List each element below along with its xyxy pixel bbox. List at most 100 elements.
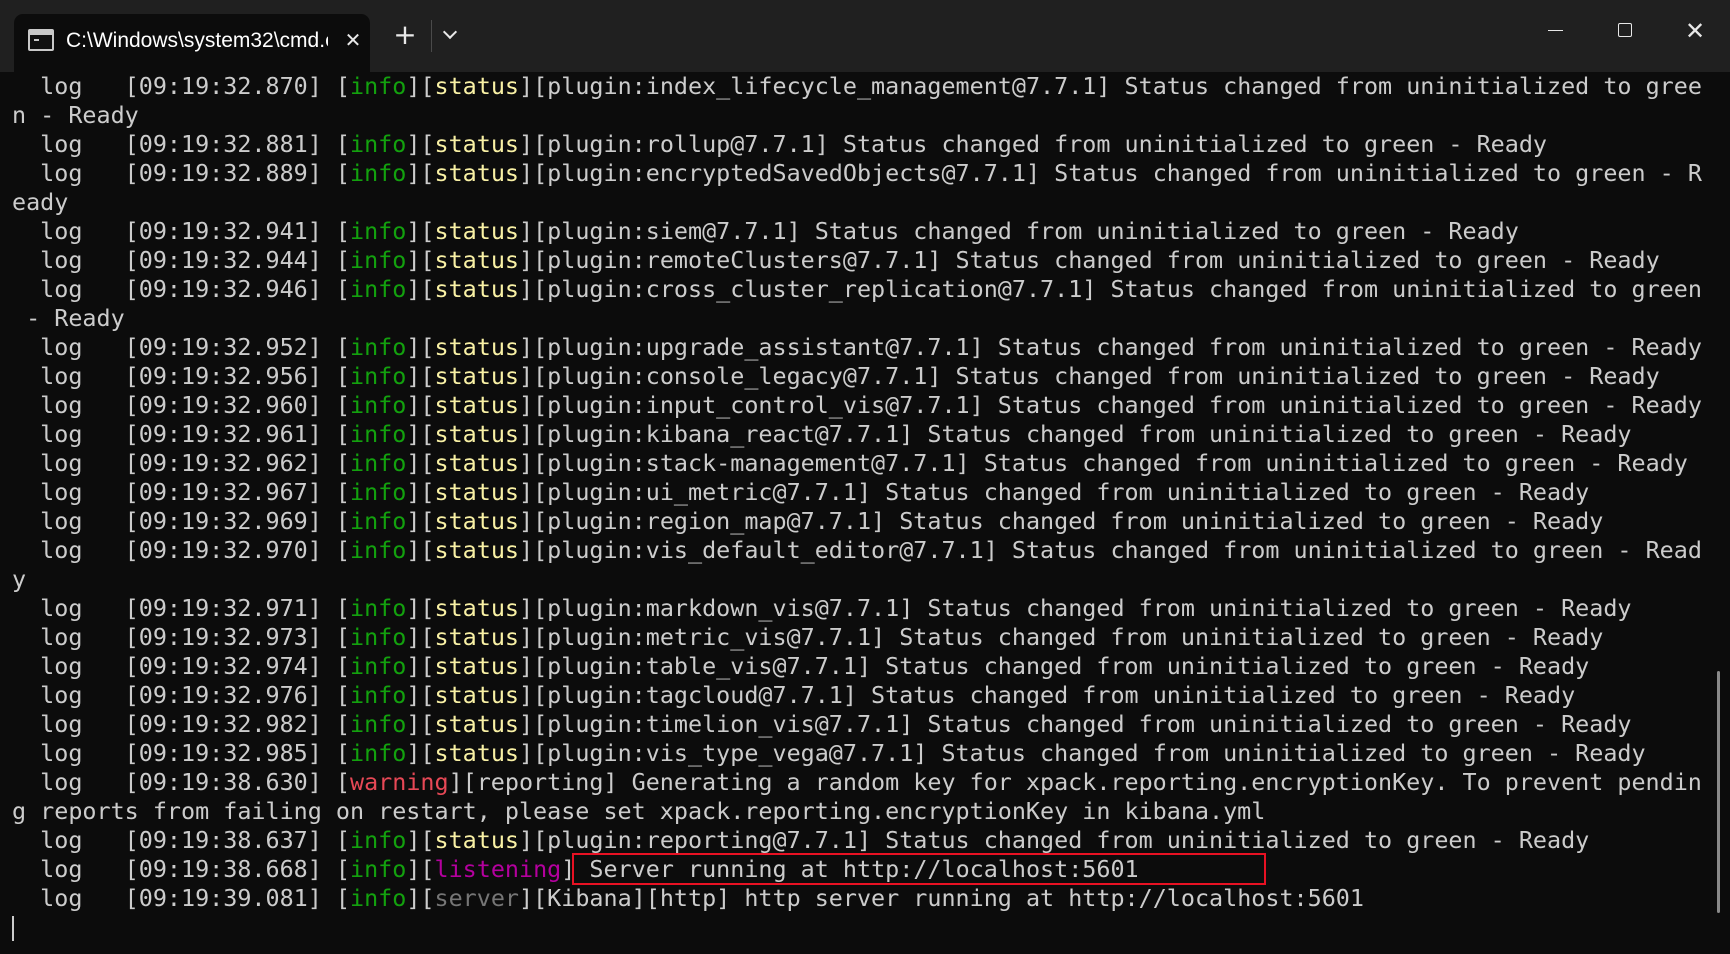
- log-text: ][: [406, 681, 435, 709]
- info-tag: info: [349, 681, 407, 709]
- info-tag: info: [349, 333, 407, 361]
- info-tag: info: [349, 536, 407, 564]
- info-tag: info: [349, 739, 407, 767]
- console-line: log [09:19:32.982] [info][status][plugin…: [12, 710, 1730, 739]
- console-output[interactable]: log [09:19:32.870] [info][status][plugin…: [0, 72, 1730, 954]
- status-tag: status: [434, 159, 520, 187]
- log-text: ][plugin:rollup@7.7.1] Status changed fr…: [519, 130, 1548, 158]
- console-line: log [09:19:32.962] [info][status][plugin…: [12, 449, 1730, 478]
- log-text: ]: [561, 855, 576, 883]
- highlighted-server-url: Server running at http://localhost:5601: [572, 853, 1267, 885]
- status-tag: status: [434, 507, 520, 535]
- log-text: log [09:19:32.967] [: [12, 478, 350, 506]
- console-line: log [09:19:38.668] [info][listening] Ser…: [12, 853, 1730, 885]
- log-text: log [09:19:32.982] [: [12, 710, 350, 738]
- log-text: g reports from failing on restart, pleas…: [12, 797, 1266, 825]
- new-tab-button[interactable]: +: [390, 20, 420, 50]
- log-text: ][: [406, 391, 435, 419]
- tab-dropdown-button[interactable]: [436, 20, 466, 50]
- log-text: ][: [406, 652, 435, 680]
- log-text: log [09:19:32.952] [: [12, 333, 350, 361]
- log-text: ][plugin:tagcloud@7.7.1] Status changed …: [519, 681, 1576, 709]
- prompt-line[interactable]: [12, 913, 1730, 942]
- log-text: log [09:19:32.976] [: [12, 681, 350, 709]
- log-text: log [09:19:32.962] [: [12, 449, 350, 477]
- status-tag: status: [434, 478, 520, 506]
- scrollbar-thumb[interactable]: [1717, 671, 1720, 913]
- console-line: log [09:19:32.967] [info][status][plugin…: [12, 478, 1730, 507]
- log-text: ][: [406, 710, 435, 738]
- tab-title: C:\Windows\system32\cmd.exe: [66, 29, 328, 52]
- title-bar: C:\Windows\system32\cmd.exe ✕ + ✕: [0, 0, 1730, 72]
- log-text: n - Ready: [12, 101, 139, 129]
- info-tag: info: [349, 130, 407, 158]
- info-tag: info: [349, 72, 407, 100]
- console-line: eady: [12, 188, 1730, 217]
- log-text: ][: [406, 826, 435, 854]
- log-text: ][: [406, 159, 435, 187]
- log-text: ][plugin:vis_default_editor@7.7.1] Statu…: [519, 536, 1702, 564]
- status-tag: status: [434, 333, 520, 361]
- log-text: - Ready: [12, 304, 125, 332]
- log-text: log [09:19:38.637] [: [12, 826, 350, 854]
- tab-close-button[interactable]: ✕: [340, 27, 366, 53]
- log-text: ][: [406, 246, 435, 274]
- minimize-button[interactable]: [1520, 0, 1590, 62]
- close-icon: ✕: [1684, 17, 1706, 45]
- warning-tag: warning: [349, 768, 449, 796]
- log-text: ][: [406, 449, 435, 477]
- status-tag: status: [434, 391, 520, 419]
- log-text: ][plugin:metric_vis@7.7.1] Status change…: [519, 623, 1604, 651]
- maximize-button[interactable]: [1590, 0, 1660, 62]
- status-tag: status: [434, 72, 520, 100]
- status-tag: status: [434, 536, 520, 564]
- console-line: g reports from failing on restart, pleas…: [12, 797, 1730, 826]
- log-text: ][: [406, 623, 435, 651]
- status-tag: status: [434, 652, 520, 680]
- console-line: log [09:19:32.976] [info][status][plugin…: [12, 681, 1730, 710]
- console-line: log [09:19:32.889] [info][status][plugin…: [12, 159, 1730, 188]
- log-text: log [09:19:32.960] [: [12, 391, 350, 419]
- console-line: log [09:19:32.970] [info][status][plugin…: [12, 536, 1730, 565]
- console-line: log [09:19:32.971] [info][status][plugin…: [12, 594, 1730, 623]
- console-line: n - Ready: [12, 101, 1730, 130]
- info-tag: info: [349, 652, 407, 680]
- console-line: log [09:19:32.870] [info][status][plugin…: [12, 72, 1730, 101]
- status-tag: status: [434, 130, 520, 158]
- log-text: ][: [406, 536, 435, 564]
- log-text: y: [12, 565, 27, 593]
- log-text: eady: [12, 188, 69, 216]
- log-text: ][plugin:kibana_react@7.7.1] Status chan…: [519, 420, 1632, 448]
- status-tag: status: [434, 623, 520, 651]
- server-tag: server: [434, 884, 520, 912]
- info-tag: info: [349, 159, 407, 187]
- log-text: ][plugin:encryptedSavedObjects@7.7.1] St…: [519, 159, 1702, 187]
- log-text: ][plugin:region_map@7.7.1] Status change…: [519, 507, 1604, 535]
- log-text: ][reporting] Generating a random key for…: [448, 768, 1702, 796]
- console-line: log [09:19:32.946] [info][status][plugin…: [12, 275, 1730, 304]
- log-text: ][plugin:cross_cluster_replication@7.7.1…: [519, 275, 1702, 303]
- log-text: log [09:19:32.974] [: [12, 652, 350, 680]
- status-tag: status: [434, 710, 520, 738]
- log-text: ][plugin:input_control_vis@7.7.1] Status…: [519, 391, 1702, 419]
- log-text: ][plugin:siem@7.7.1] Status changed from…: [519, 217, 1519, 245]
- console-line: log [09:19:32.952] [info][status][plugin…: [12, 333, 1730, 362]
- log-text: ][: [406, 594, 435, 622]
- console-line: y: [12, 565, 1730, 594]
- minimize-icon: [1548, 30, 1563, 31]
- log-text: ][plugin:index_lifecycle_management@7.7.…: [519, 72, 1702, 100]
- status-tag: status: [434, 681, 520, 709]
- status-tag: status: [434, 246, 520, 274]
- log-text: log [09:19:32.889] [: [12, 159, 350, 187]
- tab-cmd[interactable]: C:\Windows\system32\cmd.exe ✕: [14, 14, 370, 72]
- log-text: ][: [406, 420, 435, 448]
- log-text: log [09:19:32.969] [: [12, 507, 350, 535]
- close-window-button[interactable]: ✕: [1660, 0, 1730, 62]
- info-tag: info: [349, 217, 407, 245]
- info-tag: info: [349, 246, 407, 274]
- info-tag: info: [349, 449, 407, 477]
- console-line: log [09:19:32.973] [info][status][plugin…: [12, 623, 1730, 652]
- log-text: ][: [406, 478, 435, 506]
- console-line: log [09:19:32.956] [info][status][plugin…: [12, 362, 1730, 391]
- log-text: ][: [406, 275, 435, 303]
